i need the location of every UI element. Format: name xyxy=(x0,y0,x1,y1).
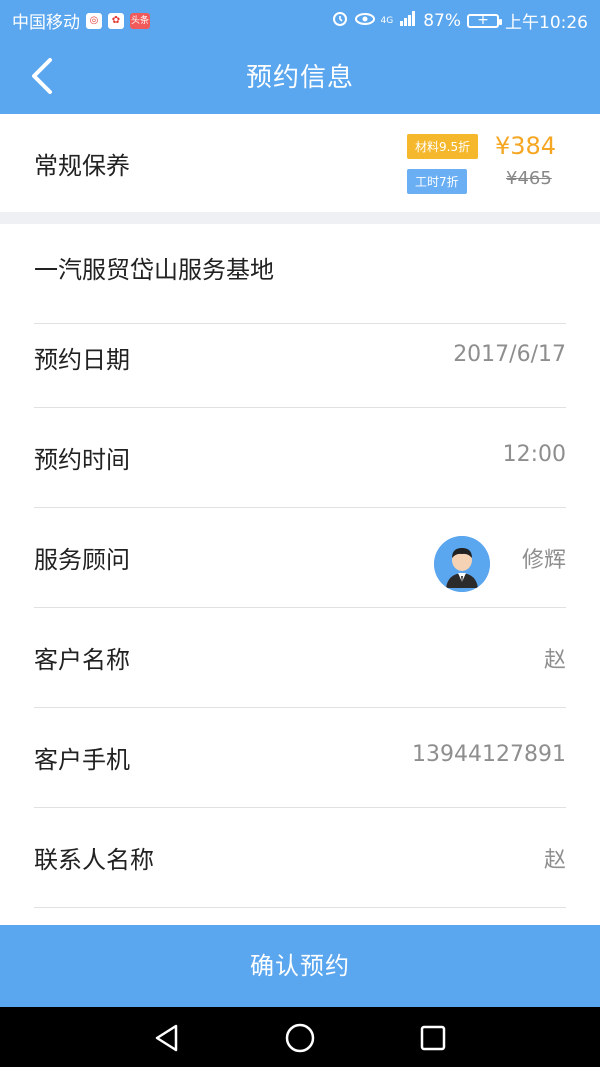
date-label: 预约日期 xyxy=(34,346,130,374)
clock: 上午10:26 xyxy=(505,13,588,33)
date-value: 2017/6/17 xyxy=(453,342,566,367)
customer-row[interactable]: 客户名称 赵 xyxy=(34,608,566,708)
system-nav-bar xyxy=(0,1007,600,1067)
battery-icon: + xyxy=(467,12,502,28)
status-left: 中国移动 ◎ ✿ 头条 xyxy=(12,8,150,33)
network-type: 4G xyxy=(380,15,394,26)
carrier-name: 中国移动 xyxy=(12,13,80,33)
advisor-name: 修辉 xyxy=(521,548,566,573)
contact-value: 赵 xyxy=(543,848,566,873)
confirm-appointment-button[interactable]: 确认预约 xyxy=(0,925,600,1007)
nav-back-button[interactable] xyxy=(150,1021,184,1055)
news-notification-icon: 头条 xyxy=(130,12,150,29)
service-name: 常规保养 xyxy=(34,152,130,180)
service-location: 一汽服贸岱山服务基地 xyxy=(34,256,274,284)
time-row[interactable]: 预约时间 12:00 xyxy=(34,408,566,508)
contact-label: 联系人名称 xyxy=(34,846,154,874)
nav-home-button[interactable] xyxy=(283,1021,317,1055)
advisor-label: 服务顾问 xyxy=(34,546,130,574)
square-recents-icon xyxy=(420,1025,446,1051)
original-price: ¥465 xyxy=(506,168,552,189)
status-bar: 中国移动 ◎ ✿ 头条 4G 87% + 上午10:26 xyxy=(0,0,600,38)
labor-discount-badge: 工时7折 xyxy=(407,169,467,194)
section-divider xyxy=(0,212,600,224)
service-price: ¥384 xyxy=(495,132,557,160)
customer-label: 客户名称 xyxy=(34,646,130,674)
app-notification-icon: ◎ xyxy=(86,12,102,29)
nav-recents-button[interactable] xyxy=(416,1021,450,1055)
date-row[interactable]: 预约日期 2017/6/17 xyxy=(34,308,566,408)
phone-value: 13944127891 xyxy=(412,742,566,767)
advisor-row[interactable]: 服务顾问 修辉 xyxy=(34,508,566,608)
contact-row[interactable]: 联系人名称 赵 xyxy=(34,808,566,908)
phone-label: 客户手机 xyxy=(34,746,130,774)
triangle-back-icon xyxy=(155,1024,178,1052)
page-title: 预约信息 xyxy=(245,63,354,93)
alarm-icon xyxy=(331,9,349,32)
battery-percent: 87% xyxy=(423,10,461,31)
circle-home-icon xyxy=(285,1023,315,1053)
eye-icon xyxy=(354,11,375,31)
service-card: 常规保养 xyxy=(0,114,600,212)
person-icon xyxy=(434,536,490,592)
material-discount-badge: 材料9.5折 xyxy=(407,134,479,159)
time-value: 12:00 xyxy=(502,442,566,467)
paw-notification-icon: ✿ xyxy=(108,12,124,29)
time-label: 预约时间 xyxy=(34,446,130,474)
app-header: 预约信息 xyxy=(0,38,600,114)
advisor-avatar xyxy=(434,536,490,592)
customer-value: 赵 xyxy=(543,648,566,673)
status-right: 4G 87% + 上午10:26 xyxy=(331,8,588,33)
phone-row[interactable]: 客户手机 13944127891 xyxy=(34,708,566,808)
signal-icon xyxy=(399,10,417,31)
